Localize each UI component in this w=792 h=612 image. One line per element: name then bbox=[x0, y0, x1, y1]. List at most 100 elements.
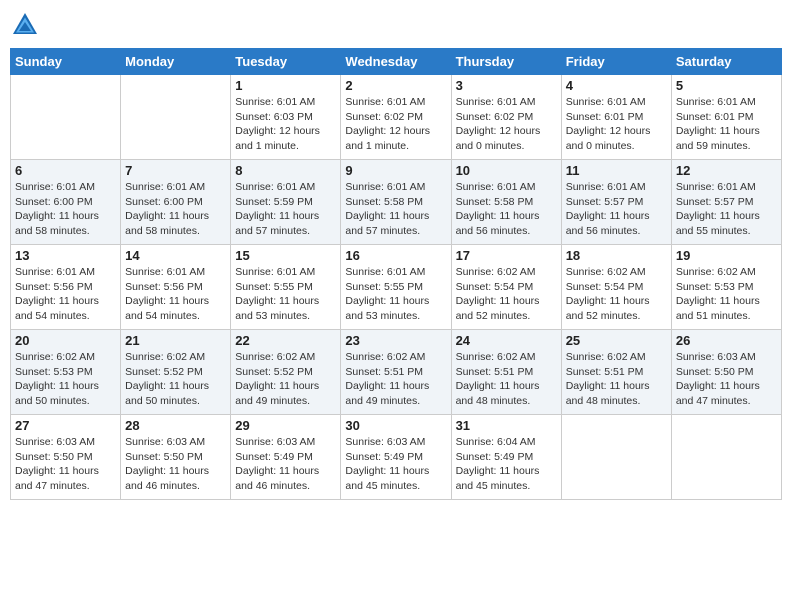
calendar-week-2: 6 Sunrise: 6:01 AMSunset: 6:00 PMDaylight… bbox=[11, 160, 782, 245]
weekday-header-thursday: Thursday bbox=[451, 49, 561, 75]
calendar-week-3: 13 Sunrise: 6:01 AMSunset: 5:56 PMDayligh… bbox=[11, 245, 782, 330]
day-info: Sunrise: 6:02 AMSunset: 5:54 PMDaylight:… bbox=[456, 265, 557, 324]
day-info: Sunrise: 6:01 AMSunset: 6:01 PMDaylight:… bbox=[566, 95, 667, 154]
day-info: Sunrise: 6:01 AMSunset: 6:00 PMDaylight:… bbox=[125, 180, 226, 239]
calendar-cell: 5 Sunrise: 6:01 AMSunset: 6:01 PMDaylight… bbox=[671, 75, 781, 160]
calendar-cell: 19 Sunrise: 6:02 AMSunset: 5:53 PMDayligh… bbox=[671, 245, 781, 330]
calendar-cell: 20 Sunrise: 6:02 AMSunset: 5:53 PMDayligh… bbox=[11, 330, 121, 415]
day-info: Sunrise: 6:01 AMSunset: 6:02 PMDaylight:… bbox=[456, 95, 557, 154]
day-number: 28 bbox=[125, 418, 226, 433]
calendar-cell: 12 Sunrise: 6:01 AMSunset: 5:57 PMDayligh… bbox=[671, 160, 781, 245]
day-number: 21 bbox=[125, 333, 226, 348]
day-number: 9 bbox=[345, 163, 446, 178]
day-info: Sunrise: 6:01 AMSunset: 5:59 PMDaylight:… bbox=[235, 180, 336, 239]
day-number: 23 bbox=[345, 333, 446, 348]
day-number: 3 bbox=[456, 78, 557, 93]
weekday-header-row: SundayMondayTuesdayWednesdayThursdayFrid… bbox=[11, 49, 782, 75]
day-info: Sunrise: 6:01 AMSunset: 6:00 PMDaylight:… bbox=[15, 180, 116, 239]
day-info: Sunrise: 6:02 AMSunset: 5:53 PMDaylight:… bbox=[676, 265, 777, 324]
day-number: 10 bbox=[456, 163, 557, 178]
calendar-cell: 28Sunrise: 6:03 AMSunset: 5:50 PMDayligh… bbox=[121, 415, 231, 500]
calendar-cell: 11Sunrise: 6:01 AMSunset: 5:57 PMDayligh… bbox=[561, 160, 671, 245]
calendar-cell bbox=[11, 75, 121, 160]
page-header bbox=[10, 10, 782, 40]
calendar-cell: 24 Sunrise: 6:02 AMSunset: 5:51 PMDayligh… bbox=[451, 330, 561, 415]
calendar-cell: 26Sunrise: 6:03 AMSunset: 5:50 PMDayligh… bbox=[671, 330, 781, 415]
calendar-week-4: 20 Sunrise: 6:02 AMSunset: 5:53 PMDayligh… bbox=[11, 330, 782, 415]
day-number: 24 bbox=[456, 333, 557, 348]
calendar-cell: 30 Sunrise: 6:03 AMSunset: 5:49 PMDayligh… bbox=[341, 415, 451, 500]
day-info: Sunrise: 6:01 AMSunset: 6:03 PMDaylight:… bbox=[235, 95, 336, 154]
calendar-table: SundayMondayTuesdayWednesdayThursdayFrid… bbox=[10, 48, 782, 500]
day-info: Sunrise: 6:01 AMSunset: 5:56 PMDaylight:… bbox=[125, 265, 226, 324]
day-number: 19 bbox=[676, 248, 777, 263]
day-number: 5 bbox=[676, 78, 777, 93]
calendar-cell: 9 Sunrise: 6:01 AMSunset: 5:58 PMDaylight… bbox=[341, 160, 451, 245]
day-number: 29 bbox=[235, 418, 336, 433]
day-number: 12 bbox=[676, 163, 777, 178]
day-number: 13 bbox=[15, 248, 116, 263]
calendar-cell bbox=[671, 415, 781, 500]
day-info: Sunrise: 6:03 AMSunset: 5:49 PMDaylight:… bbox=[235, 435, 336, 494]
day-number: 14 bbox=[125, 248, 226, 263]
calendar-cell: 10 Sunrise: 6:01 AMSunset: 5:58 PMDayligh… bbox=[451, 160, 561, 245]
calendar-cell: 7 Sunrise: 6:01 AMSunset: 6:00 PMDaylight… bbox=[121, 160, 231, 245]
calendar-cell: 29 Sunrise: 6:03 AMSunset: 5:49 PMDayligh… bbox=[231, 415, 341, 500]
day-info: Sunrise: 6:02 AMSunset: 5:52 PMDaylight:… bbox=[125, 350, 226, 409]
day-number: 25 bbox=[566, 333, 667, 348]
calendar-cell: 23 Sunrise: 6:02 AMSunset: 5:51 PMDayligh… bbox=[341, 330, 451, 415]
day-info: Sunrise: 6:01 AMSunset: 5:55 PMDaylight:… bbox=[235, 265, 336, 324]
day-info: Sunrise: 6:02 AMSunset: 5:51 PMDaylight:… bbox=[566, 350, 667, 409]
day-number: 31 bbox=[456, 418, 557, 433]
day-number: 30 bbox=[345, 418, 446, 433]
calendar-cell: 3 Sunrise: 6:01 AMSunset: 6:02 PMDaylight… bbox=[451, 75, 561, 160]
day-info: Sunrise: 6:02 AMSunset: 5:51 PMDaylight:… bbox=[456, 350, 557, 409]
day-number: 6 bbox=[15, 163, 116, 178]
day-number: 15 bbox=[235, 248, 336, 263]
calendar-header: SundayMondayTuesdayWednesdayThursdayFrid… bbox=[11, 49, 782, 75]
calendar-cell bbox=[561, 415, 671, 500]
day-info: Sunrise: 6:01 AMSunset: 5:58 PMDaylight:… bbox=[345, 180, 446, 239]
calendar-cell bbox=[121, 75, 231, 160]
day-info: Sunrise: 6:01 AMSunset: 5:55 PMDaylight:… bbox=[345, 265, 446, 324]
day-number: 16 bbox=[345, 248, 446, 263]
day-info: Sunrise: 6:02 AMSunset: 5:53 PMDaylight:… bbox=[15, 350, 116, 409]
weekday-header-friday: Friday bbox=[561, 49, 671, 75]
day-info: Sunrise: 6:03 AMSunset: 5:50 PMDaylight:… bbox=[676, 350, 777, 409]
calendar-week-5: 27 Sunrise: 6:03 AMSunset: 5:50 PMDayligh… bbox=[11, 415, 782, 500]
day-info: Sunrise: 6:01 AMSunset: 5:57 PMDaylight:… bbox=[566, 180, 667, 239]
calendar-cell: 15 Sunrise: 6:01 AMSunset: 5:55 PMDayligh… bbox=[231, 245, 341, 330]
calendar-body: 1Sunrise: 6:01 AMSunset: 6:03 PMDaylight… bbox=[11, 75, 782, 500]
day-info: Sunrise: 6:02 AMSunset: 5:54 PMDaylight:… bbox=[566, 265, 667, 324]
calendar-cell: 4 Sunrise: 6:01 AMSunset: 6:01 PMDaylight… bbox=[561, 75, 671, 160]
day-number: 20 bbox=[15, 333, 116, 348]
day-info: Sunrise: 6:02 AMSunset: 5:51 PMDaylight:… bbox=[345, 350, 446, 409]
calendar-cell: 2Sunrise: 6:01 AMSunset: 6:02 PMDaylight… bbox=[341, 75, 451, 160]
calendar-cell: 21 Sunrise: 6:02 AMSunset: 5:52 PMDayligh… bbox=[121, 330, 231, 415]
day-info: Sunrise: 6:01 AMSunset: 5:56 PMDaylight:… bbox=[15, 265, 116, 324]
day-info: Sunrise: 6:02 AMSunset: 5:52 PMDaylight:… bbox=[235, 350, 336, 409]
calendar-cell: 13 Sunrise: 6:01 AMSunset: 5:56 PMDayligh… bbox=[11, 245, 121, 330]
day-number: 8 bbox=[235, 163, 336, 178]
calendar-cell: 27 Sunrise: 6:03 AMSunset: 5:50 PMDayligh… bbox=[11, 415, 121, 500]
weekday-header-wednesday: Wednesday bbox=[341, 49, 451, 75]
day-info: Sunrise: 6:03 AMSunset: 5:50 PMDaylight:… bbox=[15, 435, 116, 494]
day-number: 2 bbox=[345, 78, 446, 93]
calendar-cell: 25 Sunrise: 6:02 AMSunset: 5:51 PMDayligh… bbox=[561, 330, 671, 415]
calendar-cell: 17Sunrise: 6:02 AMSunset: 5:54 PMDayligh… bbox=[451, 245, 561, 330]
day-number: 4 bbox=[566, 78, 667, 93]
calendar-week-1: 1Sunrise: 6:01 AMSunset: 6:03 PMDaylight… bbox=[11, 75, 782, 160]
day-info: Sunrise: 6:03 AMSunset: 5:49 PMDaylight:… bbox=[345, 435, 446, 494]
weekday-header-tuesday: Tuesday bbox=[231, 49, 341, 75]
day-info: Sunrise: 6:01 AMSunset: 5:57 PMDaylight:… bbox=[676, 180, 777, 239]
day-number: 7 bbox=[125, 163, 226, 178]
day-info: Sunrise: 6:01 AMSunset: 5:58 PMDaylight:… bbox=[456, 180, 557, 239]
weekday-header-sunday: Sunday bbox=[11, 49, 121, 75]
calendar-cell: 6 Sunrise: 6:01 AMSunset: 6:00 PMDaylight… bbox=[11, 160, 121, 245]
weekday-header-monday: Monday bbox=[121, 49, 231, 75]
calendar-cell: 31Sunrise: 6:04 AMSunset: 5:49 PMDayligh… bbox=[451, 415, 561, 500]
day-info: Sunrise: 6:01 AMSunset: 6:01 PMDaylight:… bbox=[676, 95, 777, 154]
day-number: 27 bbox=[15, 418, 116, 433]
logo-icon bbox=[10, 10, 40, 40]
logo bbox=[10, 10, 44, 40]
